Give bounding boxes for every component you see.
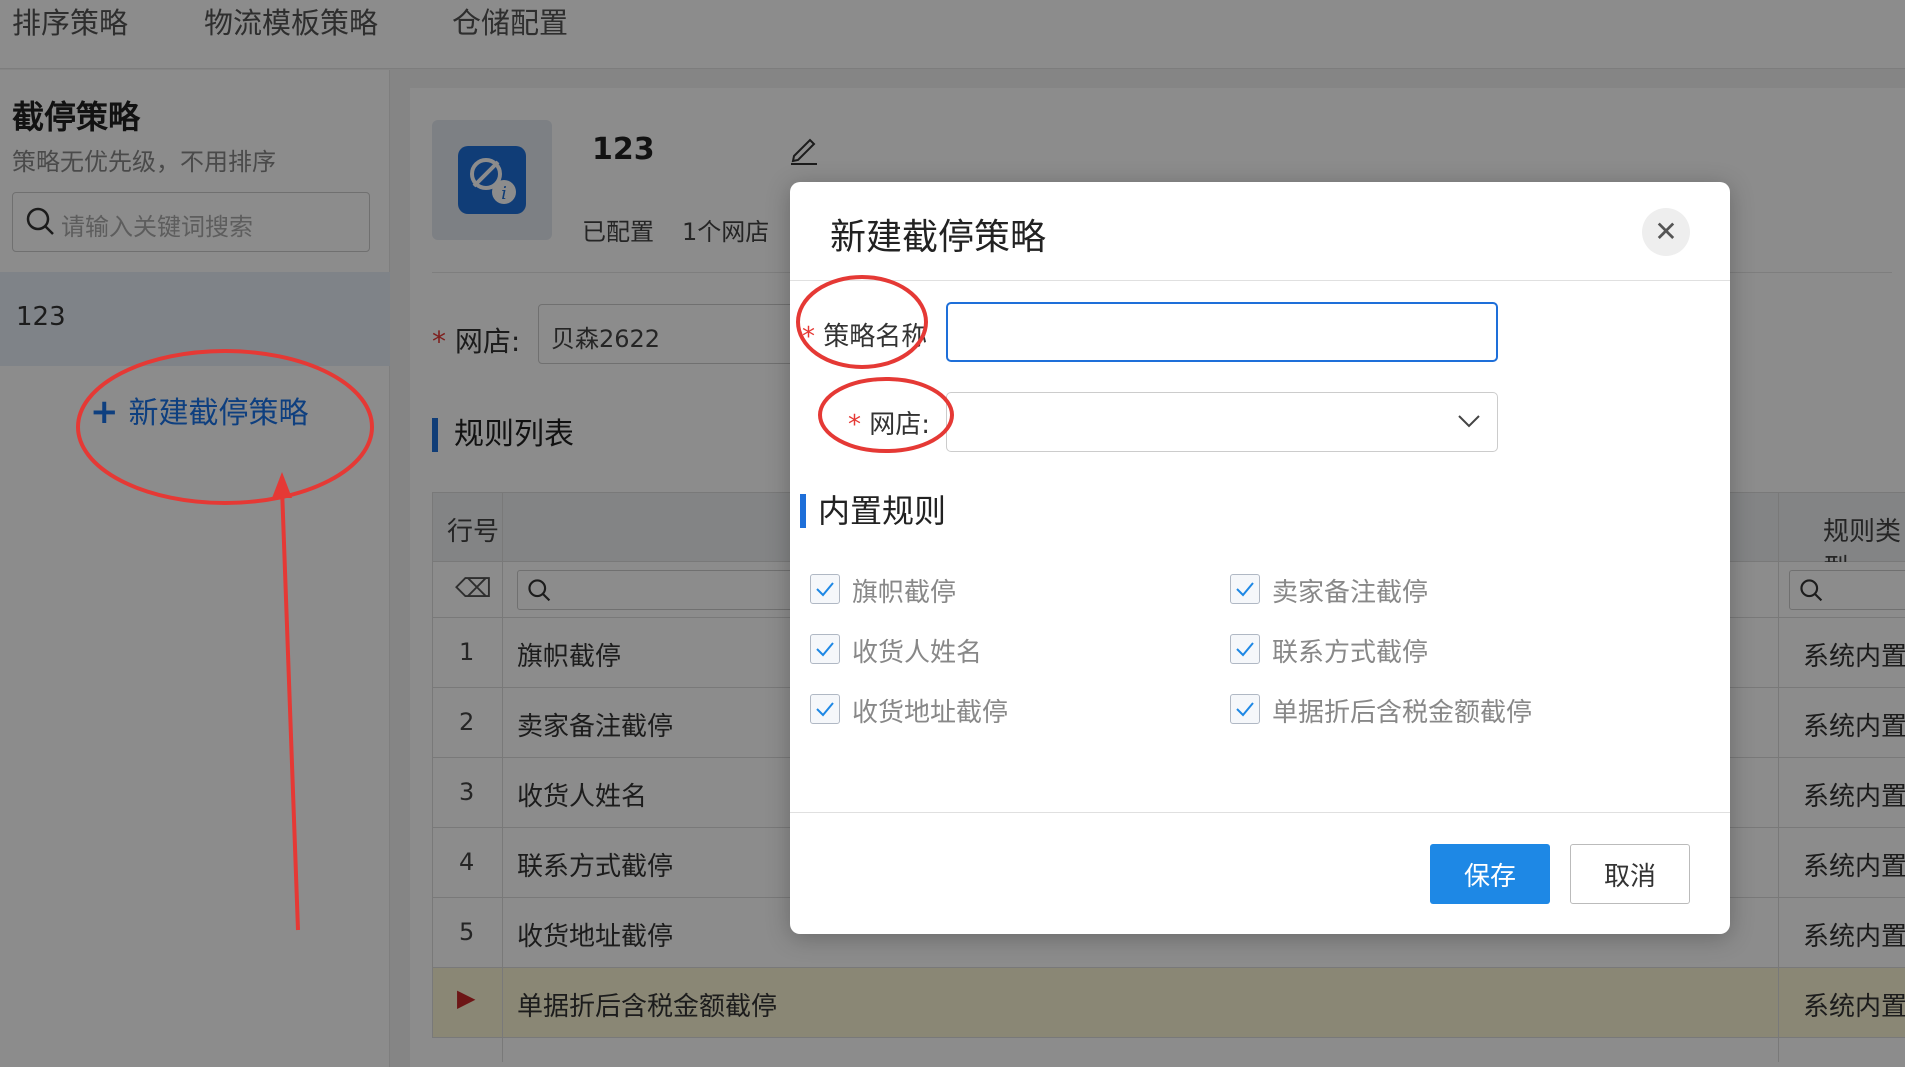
close-icon[interactable]: ✕ bbox=[1642, 208, 1690, 256]
dialog-divider bbox=[790, 280, 1730, 281]
rule-checkbox-label: 卖家备注截停 bbox=[1272, 578, 1429, 608]
checkbox-checked-icon bbox=[1230, 574, 1260, 604]
save-button[interactable]: 保存 bbox=[1430, 844, 1550, 904]
rule-checkbox-label: 联系方式截停 bbox=[1272, 638, 1429, 668]
rule-checkbox-label: 旗帜截停 bbox=[852, 578, 957, 608]
strategy-name-label: * 策略名称 bbox=[802, 322, 928, 352]
shop-label: * 网店: bbox=[848, 410, 931, 440]
rule-checkbox-label: 收货人姓名 bbox=[852, 638, 983, 668]
builtin-rules-title: 内置规则 bbox=[800, 494, 946, 528]
chevron-down-icon bbox=[1458, 415, 1480, 428]
checkbox-checked-icon bbox=[1230, 694, 1260, 724]
checkbox-checked-icon bbox=[810, 634, 840, 664]
dialog-footer-divider bbox=[790, 812, 1730, 813]
checkbox-checked-icon bbox=[810, 574, 840, 604]
new-strategy-dialog: 新建截停策略 ✕ * 策略名称 * 网店: 内置规则 旗帜截停 卖家备注截停 收… bbox=[790, 182, 1730, 934]
strategy-name-input[interactable] bbox=[946, 302, 1498, 362]
checkbox-checked-icon bbox=[1230, 634, 1260, 664]
checkbox-checked-icon bbox=[810, 694, 840, 724]
rule-checkbox-label: 收货地址截停 bbox=[852, 698, 1009, 728]
cancel-button[interactable]: 取消 bbox=[1570, 844, 1690, 904]
dialog-title: 新建截停策略 bbox=[830, 217, 1047, 258]
rule-checkbox-label: 单据折后含税金额截停 bbox=[1272, 698, 1533, 728]
shop-select[interactable] bbox=[946, 392, 1498, 452]
